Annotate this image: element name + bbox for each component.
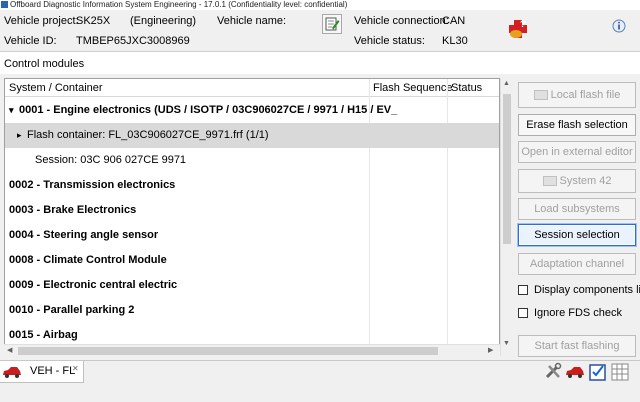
vehicle-project-label: Vehicle project: bbox=[4, 15, 79, 27]
tab-veh-fl[interactable]: VEH - FL ✕ bbox=[0, 361, 84, 383]
row-text: 0015 - Airbag bbox=[9, 329, 78, 341]
vertical-scrollbar[interactable]: ▲ ▼ bbox=[500, 78, 512, 356]
vehicle-id-label: Vehicle ID: bbox=[4, 35, 57, 47]
row-text: 0004 - Steering angle sensor bbox=[9, 229, 159, 241]
edit-vehicle-name-button[interactable] bbox=[322, 14, 342, 34]
collapsed-arrow-icon[interactable]: ▸ bbox=[17, 130, 27, 141]
table-row[interactable]: 0002 - Transmission electronics bbox=[5, 173, 499, 198]
vehicle-name-label: Vehicle name: bbox=[217, 15, 287, 27]
expanded-arrow-icon[interactable]: ▾ bbox=[9, 105, 19, 116]
session-selection-button[interactable]: Session selection bbox=[518, 224, 636, 246]
row-text: 0009 - Electronic central electric bbox=[9, 279, 178, 291]
table-row[interactable]: 0009 - Electronic central electric bbox=[5, 273, 499, 298]
row-system-cell: 0015 - Airbag bbox=[9, 329, 78, 341]
vehicle-project-type: (Engineering) bbox=[130, 15, 197, 27]
column-header-flash-sequence[interactable]: Flash Sequence bbox=[373, 82, 453, 94]
table-row[interactable]: ▸ Flash container: FL_03C906027CE_9971.fr… bbox=[5, 123, 499, 148]
vehicle-connection-value: CAN bbox=[442, 15, 466, 27]
row-text: 0002 - Transmission electronics bbox=[9, 179, 176, 191]
scroll-right-icon[interactable]: ▶ bbox=[488, 346, 493, 354]
load-subsystems-button[interactable]: Load subsystems bbox=[518, 198, 636, 220]
red-cross-help-icon[interactable]: ? bbox=[507, 18, 529, 40]
vehicle-status-value: KL30 bbox=[442, 35, 468, 47]
scroll-left-icon[interactable]: ◀ bbox=[7, 346, 12, 354]
vehicle-project-value: SK25X bbox=[76, 15, 111, 27]
row-text: 0010 - Parallel parking 2 bbox=[9, 304, 135, 316]
table-row[interactable]: 0010 - Parallel parking 2 bbox=[5, 298, 499, 323]
control-modules-label: Control modules bbox=[4, 58, 85, 70]
column-header-system[interactable]: System / Container bbox=[9, 82, 103, 94]
row-system-cell: 0008 - Climate Control Module bbox=[9, 254, 167, 266]
scroll-up-icon[interactable]: ▲ bbox=[503, 80, 510, 87]
display-components-label: Display components list bbox=[534, 284, 640, 296]
checklist-icon[interactable] bbox=[588, 362, 608, 382]
svg-text:?: ? bbox=[520, 19, 526, 29]
table-header: System / Container Flash Sequence Status bbox=[5, 79, 499, 97]
vehicle-status-label: Vehicle status: bbox=[354, 35, 425, 47]
display-components-option[interactable]: Display components list bbox=[518, 284, 640, 296]
table-row[interactable]: 0004 - Steering angle sensor bbox=[5, 223, 499, 248]
start-fast-flashing-button[interactable]: Start fast flashing bbox=[518, 335, 636, 357]
row-text: Session: 03C 906 027CE 9971 bbox=[35, 154, 187, 166]
vehicle-connection-label: Vehicle connection: bbox=[354, 15, 449, 27]
tab-close-icon[interactable]: ✕ bbox=[72, 364, 79, 373]
row-system-cell: 0010 - Parallel parking 2 bbox=[9, 304, 134, 316]
table-row[interactable]: Session: 03C 906 027CE 9971 bbox=[5, 148, 499, 173]
system-icon bbox=[542, 176, 557, 187]
control-modules-table: System / Container Flash Sequence Status… bbox=[4, 78, 500, 356]
table-row[interactable]: 0008 - Climate Control Module bbox=[5, 248, 499, 273]
tab-label: VEH - FL bbox=[30, 365, 76, 377]
display-components-checkbox[interactable] bbox=[518, 285, 528, 296]
ignore-fds-option[interactable]: Ignore FDS check bbox=[518, 307, 622, 319]
system-42-label: System 42 bbox=[559, 175, 612, 187]
column-header-status[interactable]: Status bbox=[451, 82, 482, 94]
row-system-cell: 0004 - Steering angle sensor bbox=[9, 229, 158, 241]
row-system-cell: ▸ Flash container: FL_03C906027CE_9971.fr… bbox=[17, 129, 269, 141]
window-title: Offboard Diagnostic Information System E… bbox=[10, 0, 348, 9]
vertical-scroll-thumb[interactable] bbox=[503, 94, 511, 244]
row-text: Flash container: FL_03C906027CE_9971.frf… bbox=[27, 129, 269, 141]
local-flash-file-label: Local flash file bbox=[550, 89, 621, 101]
system-42-button[interactable]: System 42 bbox=[518, 169, 636, 193]
tools-icon[interactable] bbox=[544, 362, 564, 382]
row-system-cell: ▾ 0001 - Engine electronics (UDS / ISOTP … bbox=[9, 104, 397, 116]
row-text: 0003 - Brake Electronics bbox=[9, 204, 137, 216]
vehicle-id-value: TMBEP65JXC3008969 bbox=[76, 35, 190, 47]
erase-flash-selection-button[interactable]: Erase flash selection bbox=[518, 114, 636, 136]
control-modules-panel: System / Container Flash Sequence Status… bbox=[0, 74, 640, 360]
open-external-editor-button[interactable]: Open in external editor bbox=[518, 141, 636, 163]
app-icon bbox=[1, 1, 8, 8]
table-row[interactable]: 0003 - Brake Electronics bbox=[5, 198, 499, 223]
ignore-fds-checkbox[interactable] bbox=[518, 308, 528, 319]
grid-icon[interactable] bbox=[610, 362, 630, 382]
row-text: 0008 - Climate Control Module bbox=[9, 254, 167, 266]
car-icon bbox=[3, 367, 21, 378]
edit-note-icon bbox=[325, 17, 340, 31]
horizontal-scroll-thumb[interactable] bbox=[18, 347, 438, 355]
row-system-cell: 0009 - Electronic central electric bbox=[9, 279, 177, 291]
row-text: 0001 - Engine electronics (UDS / ISOTP /… bbox=[19, 104, 398, 116]
vehicle-info-panel: Vehicle project: SK25X (Engineering) Veh… bbox=[0, 10, 640, 52]
adaptation-channel-button[interactable]: Adaptation channel bbox=[518, 253, 636, 275]
ignore-fds-label: Ignore FDS check bbox=[534, 307, 623, 319]
horizontal-scrollbar[interactable]: ◀ ▶ bbox=[4, 344, 500, 356]
title-bar: Offboard Diagnostic Information System E… bbox=[0, 0, 640, 10]
bottom-bar: VEH - FL ✕ bbox=[0, 360, 640, 402]
row-system-cell: 0002 - Transmission electronics bbox=[9, 179, 175, 191]
row-system-cell: 0003 - Brake Electronics bbox=[9, 204, 136, 216]
car-tool-icon[interactable] bbox=[565, 362, 585, 382]
scroll-down-icon[interactable]: ▼ bbox=[503, 340, 510, 347]
info-icon[interactable] bbox=[612, 18, 626, 34]
folder-icon bbox=[533, 90, 548, 101]
row-system-cell: Session: 03C 906 027CE 9971 bbox=[35, 154, 186, 166]
local-flash-file-button[interactable]: Local flash file bbox=[518, 82, 636, 108]
table-row[interactable]: ▾ 0001 - Engine electronics (UDS / ISOTP … bbox=[5, 98, 499, 123]
